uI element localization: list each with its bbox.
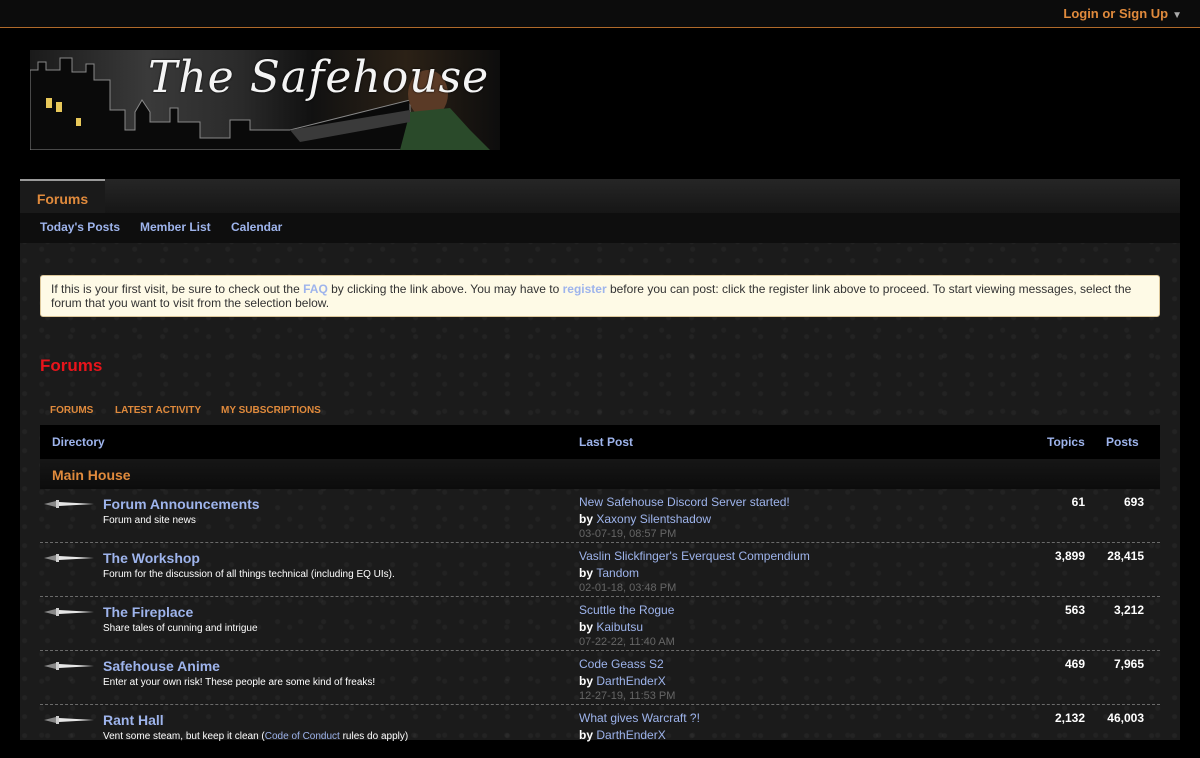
banner-title: The Safehouse xyxy=(148,52,490,103)
category-title[interactable]: Main House xyxy=(52,467,131,483)
top-bar: Login or Sign Up ▼ xyxy=(0,0,1200,28)
forum-description: Forum and site news xyxy=(103,515,196,526)
nav-calendar[interactable]: Calendar xyxy=(231,220,282,234)
desc-text: Vent some steam, but keep it clean ( xyxy=(103,731,265,742)
col-last-post[interactable]: Last Post xyxy=(579,435,633,449)
faq-link[interactable]: FAQ xyxy=(303,282,328,296)
by-label: by xyxy=(579,620,594,634)
site-banner[interactable]: The Safehouse xyxy=(30,50,500,150)
last-post-by: by DarthEnderX xyxy=(579,674,666,688)
forum-title[interactable]: The Fireplace xyxy=(103,604,193,620)
topics-count: 3,899 xyxy=(1054,549,1085,563)
last-post-user[interactable]: Kaibutsu xyxy=(596,620,643,634)
notice-text-1: If this is your first visit, be sure to … xyxy=(51,282,304,296)
sub-navigation: Today's Posts Member List Calendar xyxy=(20,213,1180,243)
forum-row: The Workshop Forum for the discussion of… xyxy=(40,543,1160,597)
dagger-icon xyxy=(44,500,94,508)
by-label: by xyxy=(579,512,594,526)
code-of-conduct-link[interactable]: Code of Conduct xyxy=(265,731,340,742)
subtab-forums[interactable]: FORUMS xyxy=(50,405,93,416)
last-post-by: by Kaibutsu xyxy=(579,620,643,634)
posts-count: 7,965 xyxy=(1113,657,1144,671)
subtab-latest-activity[interactable]: LATEST ACTIVITY xyxy=(115,405,201,416)
forum-row: Rant Hall Vent some steam, but keep it c… xyxy=(40,705,1160,758)
dagger-icon xyxy=(44,554,94,562)
forum-row: The Fireplace Share tales of cunning and… xyxy=(40,597,1160,651)
forum-title[interactable]: Rant Hall xyxy=(103,712,164,728)
last-post-date: 03-07-19, 08:57 PM xyxy=(579,528,677,540)
nav-member-list[interactable]: Member List xyxy=(140,220,211,234)
forum-title[interactable]: Forum Announcements xyxy=(103,496,260,512)
category-header: Main House xyxy=(40,459,1160,489)
last-post-title[interactable]: Vaslin Slickfinger's Everquest Compendiu… xyxy=(579,549,810,563)
login-signup-label[interactable]: Login or Sign Up xyxy=(1063,6,1168,21)
posts-count: 28,415 xyxy=(1107,549,1144,563)
dagger-icon xyxy=(44,716,94,724)
last-post-date: 07-22-22, 11:40 AM xyxy=(579,636,675,648)
subtab-my-subscriptions[interactable]: MY SUBSCRIPTIONS xyxy=(221,405,321,416)
last-post-user[interactable]: DarthEnderX xyxy=(596,674,665,688)
last-post-by: by Tandom xyxy=(579,566,639,580)
topics-count: 61 xyxy=(1071,495,1085,509)
last-post-title[interactable]: New Safehouse Discord Server started! xyxy=(579,495,790,509)
posts-count: 3,212 xyxy=(1113,603,1144,617)
main-content: Forums Today's Posts Member List Calenda… xyxy=(20,179,1180,742)
table-header: Directory Last Post Topics Posts xyxy=(40,425,1160,459)
nav-tab-row: Forums xyxy=(20,179,1180,215)
forum-title[interactable]: Safehouse Anime xyxy=(103,658,220,674)
desc-text-end: rules do apply) xyxy=(339,731,409,742)
page-title: Forums xyxy=(40,356,103,375)
topics-count: 2,132 xyxy=(1054,711,1085,725)
col-topics[interactable]: Topics xyxy=(1047,435,1085,449)
topics-count: 469 xyxy=(1064,657,1085,671)
forum-row: Safehouse Anime Enter at your own risk! … xyxy=(40,651,1160,705)
nav-todays-posts[interactable]: Today's Posts xyxy=(40,220,120,234)
col-posts[interactable]: Posts xyxy=(1106,435,1139,449)
forum-description: Enter at your own risk! These people are… xyxy=(103,677,376,688)
welcome-notice: If this is your first visit, be sure to … xyxy=(40,275,1160,317)
last-post-user[interactable]: Xaxony Silentshadow xyxy=(596,512,711,526)
dagger-icon xyxy=(44,662,94,670)
forum-description: Share tales of cunning and intrigue xyxy=(103,623,258,634)
dagger-icon xyxy=(44,608,94,616)
last-post-title[interactable]: What gives Warcraft ?! xyxy=(579,711,700,725)
by-label: by xyxy=(579,566,594,580)
last-post-title[interactable]: Code Geass S2 xyxy=(579,657,664,671)
posts-count: 46,003 xyxy=(1107,711,1144,725)
last-post-date: 02-01-18, 03:48 PM xyxy=(579,582,677,594)
topics-count: 563 xyxy=(1064,603,1085,617)
last-post-user[interactable]: Tandom xyxy=(596,566,639,580)
forum-row: Forum Announcements Forum and site news … xyxy=(40,489,1160,543)
notice-text-2: by clicking the link above. You may have… xyxy=(327,282,563,296)
by-label: by xyxy=(579,674,594,688)
posts-count: 693 xyxy=(1123,495,1144,509)
forum-description: Forum for the discussion of all things t… xyxy=(103,569,395,580)
login-signup-menu[interactable]: Login or Sign Up ▼ xyxy=(1063,6,1182,21)
last-post-title[interactable]: Scuttle the Rogue xyxy=(579,603,674,617)
last-post-by: by Xaxony Silentshadow xyxy=(579,512,711,526)
caret-down-icon[interactable]: ▼ xyxy=(1172,10,1182,21)
register-link[interactable]: register xyxy=(563,282,607,296)
forum-description: Vent some steam, but keep it clean (Code… xyxy=(103,731,408,742)
last-post-date: 12-27-19, 11:53 PM xyxy=(579,690,676,702)
col-directory[interactable]: Directory xyxy=(52,435,105,449)
forum-title[interactable]: The Workshop xyxy=(103,550,200,566)
tab-forums[interactable]: Forums xyxy=(20,179,105,215)
